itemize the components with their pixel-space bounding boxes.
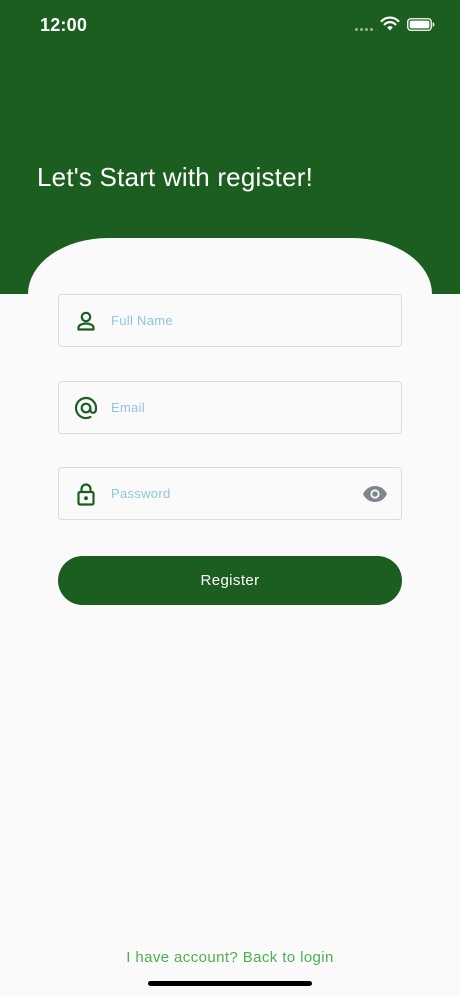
register-button[interactable]: Register xyxy=(58,556,402,605)
battery-icon xyxy=(407,18,435,31)
home-indicator[interactable] xyxy=(148,981,312,986)
status-time: 12:00 xyxy=(40,15,88,35)
lock-icon xyxy=(77,483,95,506)
page-title: Let's Start with register! xyxy=(37,162,314,192)
eye-icon[interactable] xyxy=(362,484,388,504)
form-card xyxy=(28,238,432,996)
at-sign-icon xyxy=(74,396,98,420)
full-name-field[interactable]: Full Name xyxy=(58,294,402,347)
status-bar: 12:00 xyxy=(0,0,460,50)
full-name-placeholder: Full Name xyxy=(111,313,173,328)
back-to-login-link[interactable]: I have account? Back to login xyxy=(0,949,460,966)
email-placeholder: Email xyxy=(111,400,146,415)
password-placeholder: Password xyxy=(111,486,171,501)
register-screen: 12:00 Let's Start with register! Full Na… xyxy=(0,0,460,996)
person-icon xyxy=(77,311,95,331)
email-field[interactable]: Email xyxy=(58,381,402,434)
cellular-signal-icon xyxy=(355,28,373,31)
wifi-icon xyxy=(380,16,400,31)
password-field[interactable]: Password xyxy=(58,467,402,520)
